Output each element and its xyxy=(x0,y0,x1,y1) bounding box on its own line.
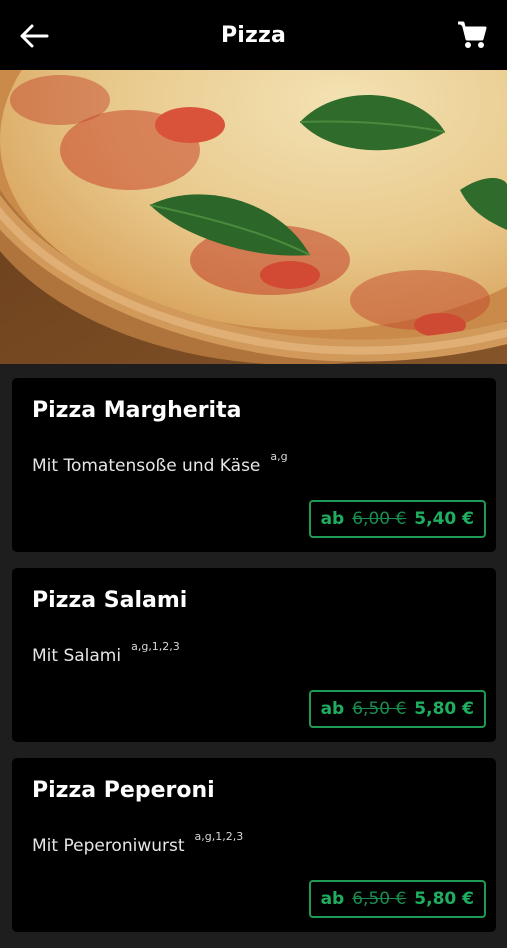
price-prefix: ab xyxy=(320,699,345,719)
product-description: Mit Tomatensoße und Käse a,g xyxy=(32,450,288,476)
allergen-codes: a,g,1,2,3 xyxy=(194,830,244,843)
current-price: 5,80 € xyxy=(414,699,474,719)
current-price: 5,80 € xyxy=(414,889,474,909)
product-description: Mit Peperoniwurst a,g,1,2,3 xyxy=(32,830,243,856)
description-text: Mit Tomatensoße und Käse xyxy=(32,456,261,476)
top-bar: Pizza xyxy=(0,0,507,70)
allergen-codes: a,g xyxy=(270,450,288,463)
description-text: Mit Peperoniwurst xyxy=(32,836,185,856)
product-name: Pizza Margherita xyxy=(32,398,242,423)
product-card[interactable]: Pizza Salami Mit Salami a,g,1,2,3 ab 6,5… xyxy=(12,568,496,742)
price-prefix: ab xyxy=(320,509,345,529)
back-button[interactable] xyxy=(18,20,50,52)
product-list: Pizza Margherita Mit Tomatensoße und Käs… xyxy=(12,378,496,948)
shopping-cart-icon xyxy=(458,21,487,48)
old-price: 6,50 € xyxy=(352,699,407,719)
arrow-left-icon xyxy=(20,24,49,48)
pizza-hero-image xyxy=(0,70,507,364)
price-button[interactable]: ab 6,50 € 5,80 € xyxy=(308,880,486,918)
product-name: Pizza Salami xyxy=(32,588,188,613)
product-card[interactable]: Pizza Margherita Mit Tomatensoße und Käs… xyxy=(12,378,496,552)
product-card[interactable]: Pizza Peperoni Mit Peperoniwurst a,g,1,2… xyxy=(12,758,496,932)
old-price: 6,50 € xyxy=(352,889,407,909)
price-button[interactable]: ab 6,50 € 5,80 € xyxy=(308,690,486,728)
product-name: Pizza Peperoni xyxy=(32,778,215,803)
old-price: 6,00 € xyxy=(352,509,407,529)
page-title: Pizza xyxy=(220,22,287,48)
price-prefix: ab xyxy=(320,889,345,909)
cart-button[interactable] xyxy=(455,18,489,52)
description-text: Mit Salami xyxy=(32,646,122,666)
price-button[interactable]: ab 6,00 € 5,40 € xyxy=(308,500,486,538)
current-price: 5,40 € xyxy=(414,509,474,529)
allergen-codes: a,g,1,2,3 xyxy=(131,640,180,653)
product-description: Mit Salami a,g,1,2,3 xyxy=(32,640,180,666)
